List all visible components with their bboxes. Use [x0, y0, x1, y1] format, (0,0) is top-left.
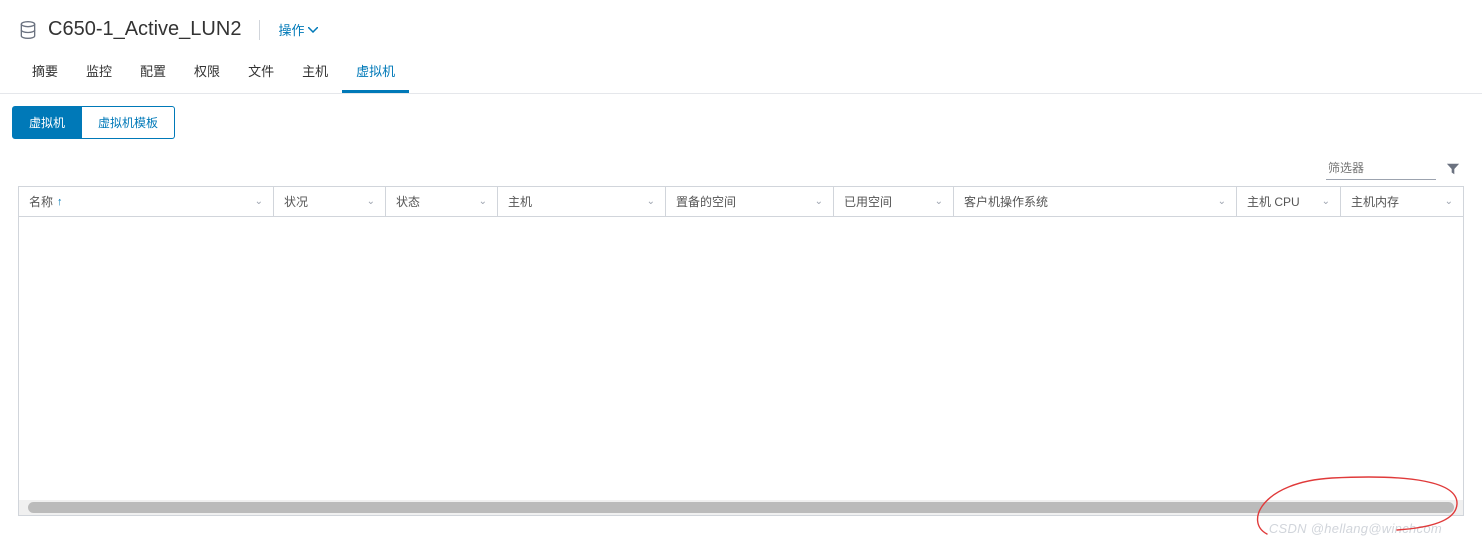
subtab-vm-template-button[interactable]: 虚拟机模板 [82, 106, 175, 139]
tab-monitor[interactable]: 监控 [72, 51, 126, 93]
column-label: 客户机操作系统 [964, 193, 1048, 210]
watermark-text: CSDN @hellang@winchcom [1269, 521, 1442, 536]
sort-asc-icon: ↑ [57, 196, 63, 208]
chevron-down-icon[interactable]: ⌄ [255, 196, 263, 207]
chevron-down-icon[interactable]: ⌄ [367, 196, 375, 207]
chevron-down-icon[interactable]: ⌄ [815, 196, 823, 207]
column-header-guest-os[interactable]: 客户机操作系统 ⌄ [954, 187, 1237, 216]
chevron-down-icon [308, 27, 318, 33]
chevron-down-icon[interactable]: ⌄ [1322, 196, 1330, 207]
column-label: 主机内存 [1351, 193, 1399, 210]
column-header-status2[interactable]: 状态 ⌄ [386, 187, 498, 216]
horizontal-scrollbar[interactable] [19, 500, 1463, 515]
page-header: C650-1_Active_LUN2 操作 [0, 0, 1482, 51]
column-header-host[interactable]: 主机 ⌄ [498, 187, 666, 216]
table-body-empty [19, 217, 1463, 500]
chevron-down-icon[interactable]: ⌄ [647, 196, 655, 207]
column-label: 主机 CPU [1247, 193, 1300, 210]
column-label: 名称 [29, 193, 53, 210]
tab-vms[interactable]: 虚拟机 [342, 51, 409, 93]
sub-toolbar: 虚拟机 虚拟机模板 [0, 94, 1482, 151]
column-label: 置备的空间 [676, 193, 736, 210]
chevron-down-icon[interactable]: ⌄ [935, 196, 943, 207]
tab-files[interactable]: 文件 [234, 51, 288, 93]
column-label: 状况 [284, 193, 308, 210]
page-title: C650-1_Active_LUN2 [48, 18, 241, 41]
filter-input[interactable] [1326, 157, 1436, 180]
chevron-down-icon[interactable]: ⌄ [1445, 196, 1453, 207]
column-header-used[interactable]: 已用空间 ⌄ [834, 187, 954, 216]
tab-configure[interactable]: 配置 [126, 51, 180, 93]
table-header-row: 名称 ↑ ⌄ 状况 ⌄ 状态 ⌄ 主机 ⌄ 置备的空间 ⌄ 已用空间 ⌄ 客户机… [19, 187, 1463, 217]
tab-summary[interactable]: 摘要 [18, 51, 72, 93]
chevron-down-icon[interactable]: ⌄ [1218, 196, 1226, 207]
column-header-host-mem[interactable]: 主机内存 ⌄ [1341, 187, 1463, 216]
scrollbar-thumb[interactable] [28, 502, 1454, 513]
tab-permissions[interactable]: 权限 [180, 51, 234, 93]
column-label: 已用空间 [844, 193, 892, 210]
actions-label: 操作 [278, 20, 304, 39]
datastore-icon [18, 20, 38, 40]
tab-hosts[interactable]: 主机 [288, 51, 342, 93]
divider [259, 20, 260, 40]
column-header-status1[interactable]: 状况 ⌄ [274, 187, 386, 216]
tabs-nav: 摘要 监控 配置 权限 文件 主机 虚拟机 [0, 51, 1482, 94]
vm-table: 名称 ↑ ⌄ 状况 ⌄ 状态 ⌄ 主机 ⌄ 置备的空间 ⌄ 已用空间 ⌄ 客户机… [18, 186, 1464, 516]
column-header-host-cpu[interactable]: 主机 CPU ⌄ [1237, 187, 1341, 216]
subtab-vm-button[interactable]: 虚拟机 [12, 106, 82, 139]
filter-icon[interactable] [1446, 162, 1460, 176]
actions-dropdown[interactable]: 操作 [278, 20, 318, 39]
chevron-down-icon[interactable]: ⌄ [479, 196, 487, 207]
column-label: 状态 [396, 193, 420, 210]
column-header-provisioned[interactable]: 置备的空间 ⌄ [666, 187, 834, 216]
column-label: 主机 [508, 193, 532, 210]
filter-row [0, 151, 1482, 186]
column-header-name[interactable]: 名称 ↑ ⌄ [19, 187, 274, 216]
